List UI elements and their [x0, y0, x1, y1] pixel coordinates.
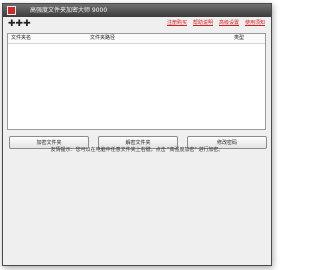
column-header-type[interactable]: 类型 — [234, 35, 244, 41]
column-header-folder-path[interactable]: 文件夹路径 — [90, 35, 115, 41]
folder-list[interactable]: 文件夹名 文件夹路径 类型 — [7, 33, 266, 130]
title-bar[interactable]: 高强度文件夹加密大师 9000 — [3, 4, 271, 17]
top-links: 注册购买 帮助说明 高级设置 使用须知 — [167, 20, 265, 26]
list-header: 文件夹名 文件夹路径 类型 — [8, 34, 265, 44]
usage-notes-link[interactable]: 使用须知 — [245, 20, 265, 26]
tip-text: 友情提示：您可以在电脑中任意文件夹上右键，点击 "高强度加密" 进行加密。 — [50, 147, 224, 153]
app-window: 高强度文件夹加密大师 9000 ✚✚✚ 注册购买 帮助说明 高级设置 使用须知 … — [2, 3, 272, 266]
app-icon — [7, 6, 16, 15]
window-title: 高强度文件夹加密大师 9000 — [30, 7, 108, 14]
logo-icon: ✚✚✚ — [8, 19, 31, 29]
register-link[interactable]: 注册购买 — [167, 20, 187, 26]
column-header-folder-name[interactable]: 文件夹名 — [11, 35, 31, 41]
help-link[interactable]: 帮助说明 — [193, 20, 213, 26]
advanced-settings-link[interactable]: 高级设置 — [219, 20, 239, 26]
